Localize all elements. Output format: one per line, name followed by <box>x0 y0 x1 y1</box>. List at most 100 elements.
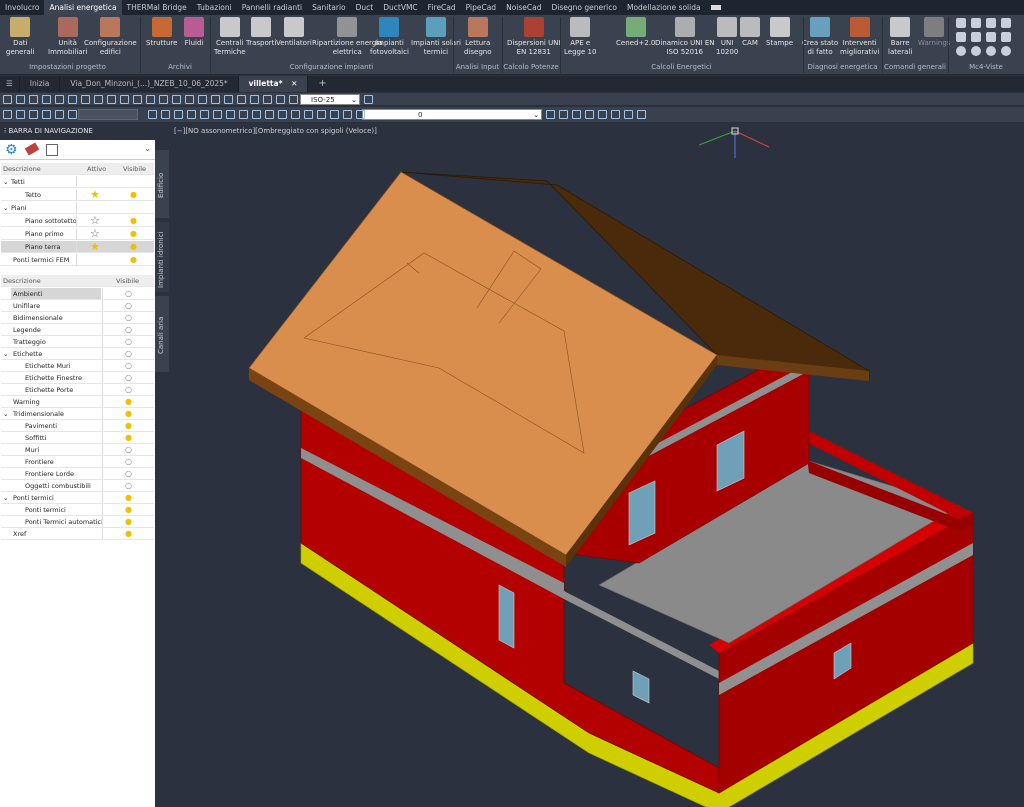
toolbar-tool-icon[interactable] <box>624 110 633 119</box>
table-row[interactable]: Etichette Finestre ○ <box>1 372 154 384</box>
ribbon-button-11[interactable]: Lettura disegno <box>464 17 492 57</box>
toolbar-tool-icon[interactable] <box>200 110 209 119</box>
layer-select[interactable]: 0 ⌄ <box>362 109 542 120</box>
toolbar-tool-icon[interactable] <box>343 110 352 119</box>
table-row[interactable]: Tetto ★ ● <box>1 189 154 201</box>
toolbar-tool-icon[interactable] <box>159 95 168 104</box>
menu-icon[interactable]: ☰ <box>0 76 20 92</box>
toolbar-tool-icon[interactable] <box>148 110 157 119</box>
toolbar-tool-icon[interactable] <box>133 95 142 104</box>
menu-tab-4[interactable]: Pannelli radianti <box>237 0 307 15</box>
view-cube-icon[interactable] <box>986 46 996 56</box>
toolbar-tool-icon[interactable] <box>187 110 196 119</box>
table-row[interactable]: ⌄ Tetti <box>1 176 154 188</box>
toolbar-tool-icon[interactable] <box>174 110 183 119</box>
table-row[interactable]: Unifilare ○ <box>1 300 154 312</box>
toolbar-tool-icon[interactable] <box>239 110 248 119</box>
ribbon-button-4[interactable]: Fluidi <box>184 17 204 48</box>
document-icon[interactable] <box>46 144 58 156</box>
view-cube-icon[interactable] <box>1001 46 1011 56</box>
table-row[interactable]: Ponti Termici automatici ● <box>1 516 154 528</box>
ribbon-button-12[interactable]: Dispersioni UNI EN 12831 <box>507 17 561 57</box>
toolbar-tool-icon[interactable] <box>42 110 51 119</box>
toolbar-tool-icon[interactable] <box>68 110 77 119</box>
view-cube-icon[interactable] <box>1001 18 1011 28</box>
toolbar-tool-icon[interactable] <box>224 95 233 104</box>
toolbar-tool-icon[interactable] <box>226 110 235 119</box>
chevron-down-icon[interactable]: ⌄ <box>144 144 151 153</box>
toolbar-tool-icon[interactable] <box>29 110 38 119</box>
ribbon-button-22[interactable]: Warnings <box>918 17 950 48</box>
view-cube-icon[interactable] <box>986 32 996 42</box>
view-cube-icon[interactable] <box>956 32 966 42</box>
close-icon[interactable]: ✕ <box>291 79 297 88</box>
toolbar-tool-icon[interactable] <box>81 95 90 104</box>
menu-tab-11[interactable]: Disegno generico <box>546 0 622 15</box>
ribbon-button-9[interactable]: Impianti fotovoltaici <box>370 17 409 57</box>
ribbon-button-0[interactable]: Dati generali <box>6 17 35 57</box>
table-row[interactable]: ⌄ Piani <box>1 202 154 214</box>
toolbar-tool-icon[interactable] <box>265 110 274 119</box>
toolbar-tool-icon[interactable] <box>29 95 38 104</box>
toolbar-tool-icon[interactable] <box>585 110 594 119</box>
table-row[interactable]: Frontiere Lorde ○ <box>1 468 154 480</box>
toolbar-tool-icon[interactable] <box>559 110 568 119</box>
menu-tab-6[interactable]: Duct <box>351 0 379 15</box>
toolbar-tool-icon[interactable] <box>289 95 298 104</box>
ribbon-button-5[interactable]: Centrali Termiche <box>214 17 246 57</box>
toolbar-tool-icon[interactable] <box>252 110 261 119</box>
toolbar-tool-icon[interactable] <box>250 95 259 104</box>
ribbon-button-14[interactable]: Cened+2.0 <box>616 17 655 48</box>
toolbar-tool-icon[interactable] <box>68 95 77 104</box>
menu-tab-9[interactable]: PipeCad <box>461 0 501 15</box>
menu-tab-12[interactable]: Modellazione solida <box>622 0 706 15</box>
menu-tab-5[interactable]: Sanitario <box>307 0 351 15</box>
toolbar-tool-icon[interactable] <box>213 110 222 119</box>
menu-tab-2[interactable]: THERMal Bridge <box>122 0 192 15</box>
toolbar-tool-icon[interactable] <box>16 110 25 119</box>
toolbar-tool-icon[interactable] <box>572 110 581 119</box>
view-cube-icon[interactable] <box>986 18 996 28</box>
table-row[interactable]: Legende ○ <box>1 324 154 336</box>
ribbon-button-1[interactable]: Unità Immobiliari <box>48 17 87 57</box>
toolbar-tool-icon[interactable] <box>637 110 646 119</box>
view-select[interactable]: ISO-25 ⌄ <box>300 94 360 105</box>
menu-tab-7[interactable]: DuctVMC <box>378 0 422 15</box>
toolbar-tool-icon[interactable] <box>146 95 155 104</box>
table-row[interactable]: Frontiere ○ <box>1 456 154 468</box>
table-row[interactable]: Tratteggio ○ <box>1 336 154 348</box>
table-row[interactable]: Piano terra ★ ● <box>1 241 154 253</box>
ribbon-button-7[interactable]: Ventilatori <box>276 17 312 48</box>
toolbar-tool-icon[interactable] <box>364 95 373 104</box>
ribbon-button-3[interactable]: Strutture <box>146 17 177 48</box>
toolbar-tool-icon[interactable] <box>185 95 194 104</box>
table-row[interactable]: Pavimenti ● <box>1 420 154 432</box>
toolbar-tool-icon[interactable] <box>291 110 300 119</box>
toolbar-tool-icon[interactable] <box>211 95 220 104</box>
table-row[interactable]: ⌄ Etichette ○ <box>1 348 154 360</box>
table-row[interactable]: Etichette Muri ○ <box>1 360 154 372</box>
new-tab-button[interactable]: + <box>308 76 336 92</box>
toolbar-tool-icon[interactable] <box>611 110 620 119</box>
toolbar-tool-icon[interactable] <box>304 110 313 119</box>
menu-tab-3[interactable]: Tubazioni <box>192 0 237 15</box>
table-row[interactable]: Ponti termici FEM ● <box>1 254 154 266</box>
ribbon-button-16[interactable]: UNI 10200 <box>716 17 738 57</box>
table-row[interactable]: Warning ● <box>1 396 154 408</box>
menu-tab-1[interactable]: Analisi energetica <box>44 0 122 15</box>
ribbon-button-2[interactable]: Configurazione edifici <box>84 17 137 57</box>
file-tab-project[interactable]: Via_Don_Minzoni_(...)_NZEB_10_06_2025* <box>60 76 239 92</box>
toolbar-tool-icon[interactable] <box>276 95 285 104</box>
table-row[interactable]: Soffitti ● <box>1 432 154 444</box>
table-row[interactable]: ⌄ Tridimensionale ● <box>1 408 154 420</box>
table-row[interactable]: Etichette Porte ○ <box>1 384 154 396</box>
toolbar-tool-icon[interactable] <box>55 95 64 104</box>
side-tab-edificio[interactable]: Edificio <box>155 150 169 218</box>
view-cube-icon[interactable] <box>956 18 966 28</box>
ribbon-button-15[interactable]: Dinamico UNI EN ISO 52016 <box>655 17 715 57</box>
table-row[interactable]: Bidimensionale ○ <box>1 312 154 324</box>
view-cube-icon[interactable] <box>1001 32 1011 42</box>
file-tab-home[interactable]: Inizia <box>20 76 61 92</box>
toolbar-tool-icon[interactable] <box>278 110 287 119</box>
toolbar-tool-icon[interactable] <box>94 95 103 104</box>
